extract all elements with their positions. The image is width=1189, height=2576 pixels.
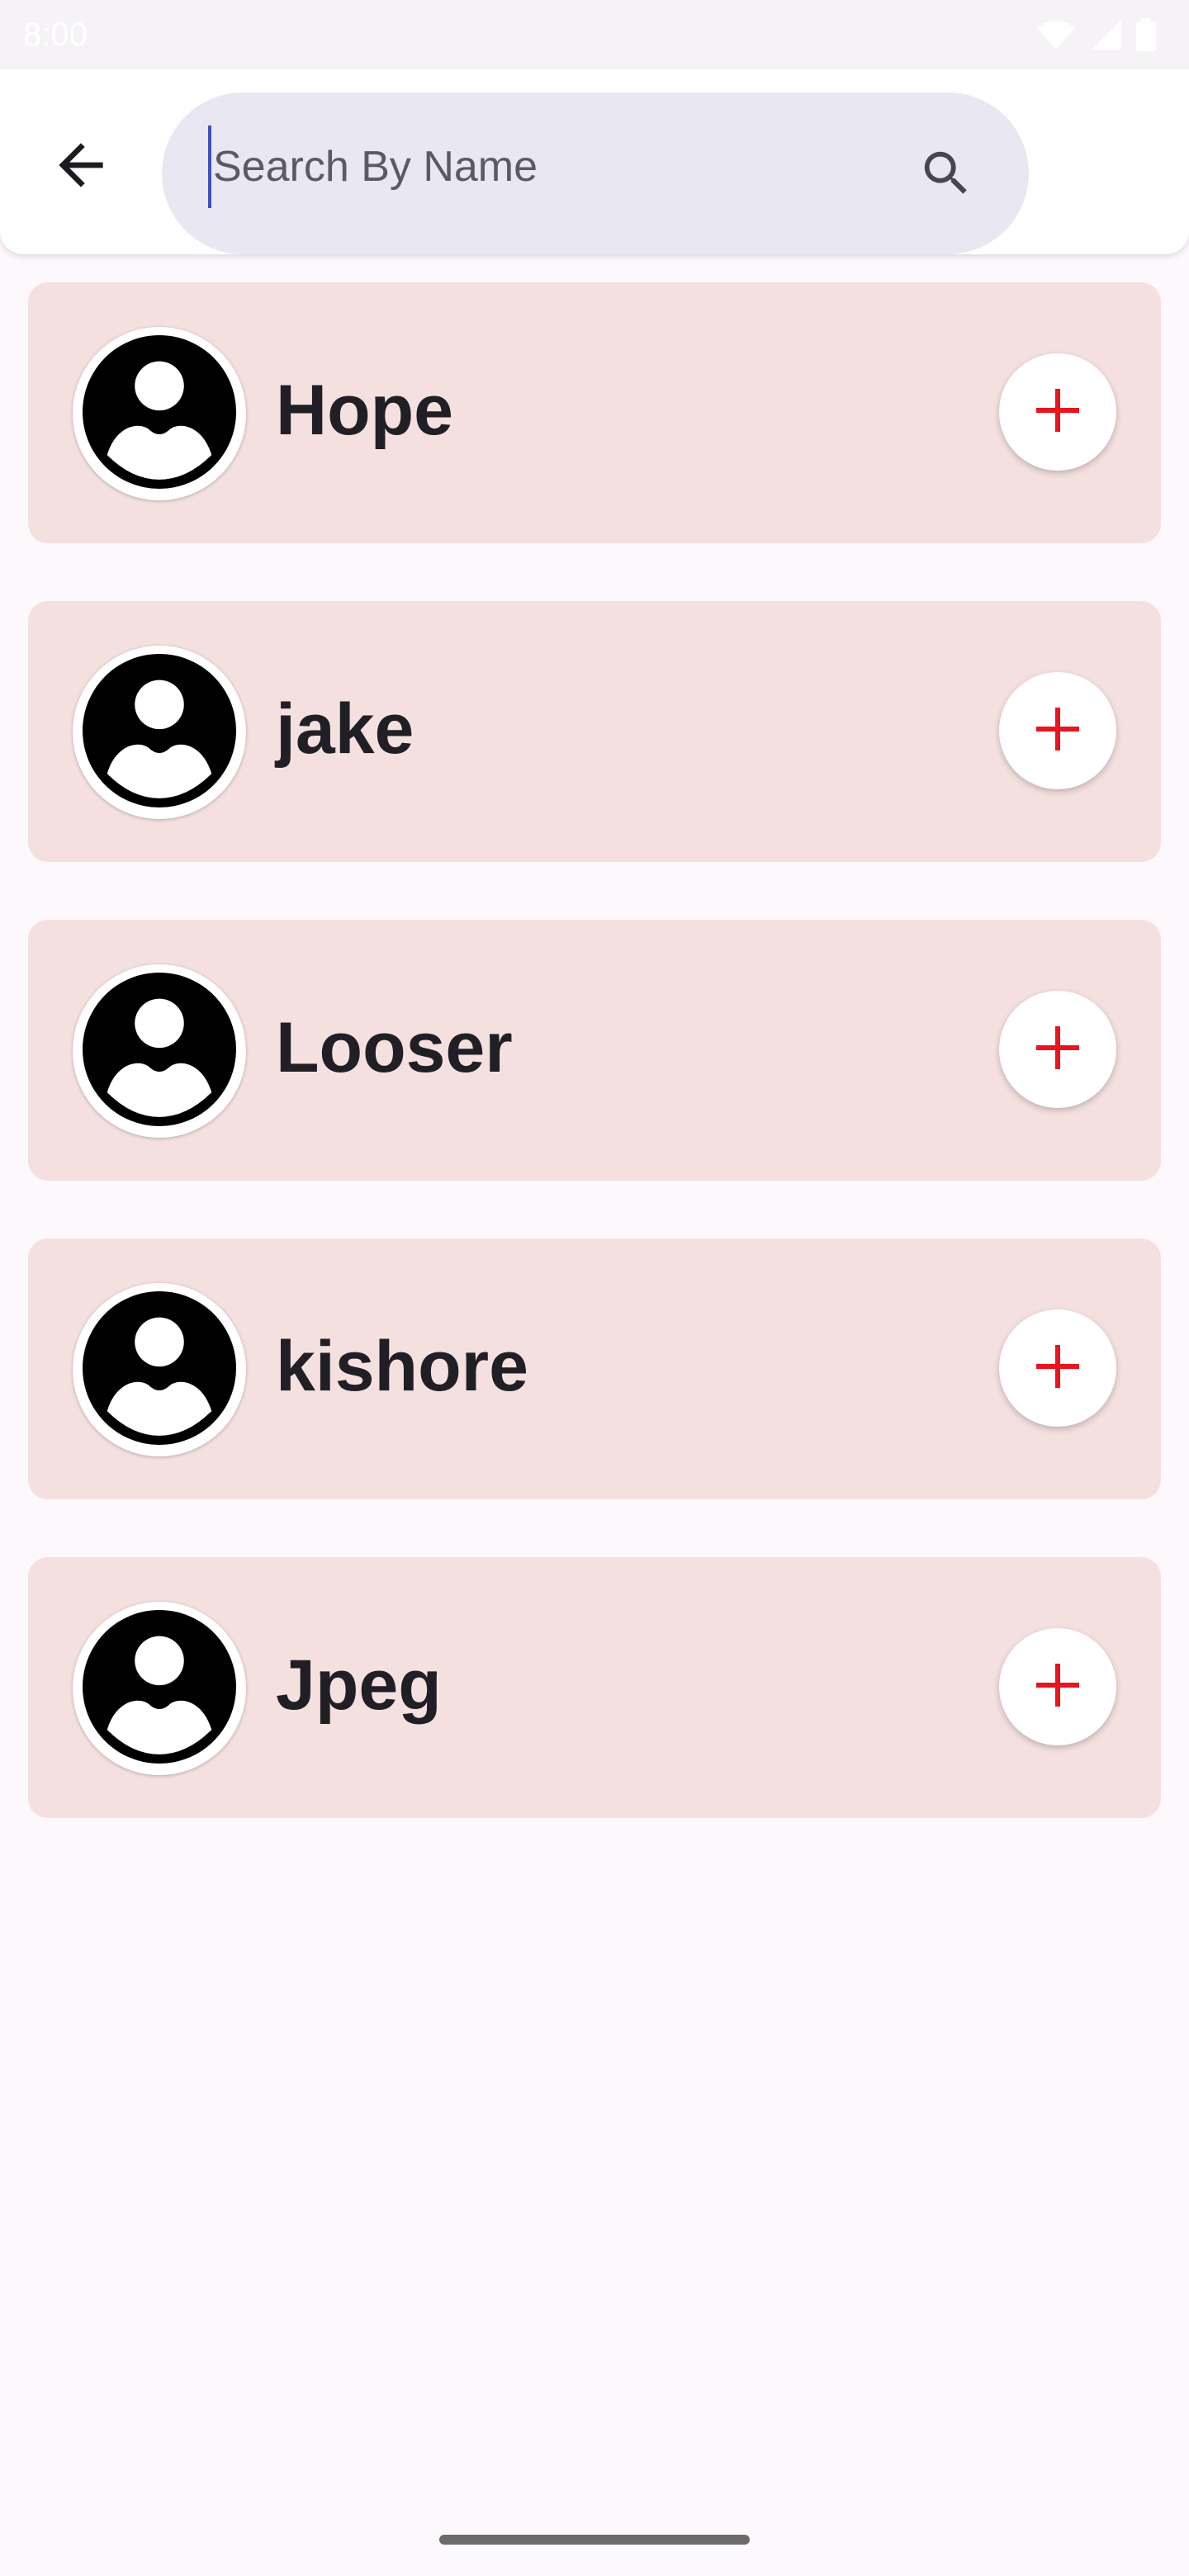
user-name: Looser [276,1008,513,1087]
wifi-icon [1035,18,1077,55]
search-bar [162,92,1029,254]
plus-icon [1033,1342,1082,1395]
back-button[interactable] [41,127,121,206]
add-user-button[interactable] [999,991,1116,1108]
user-name: jake [276,689,414,769]
search-button[interactable] [913,142,979,208]
user-name: Hope [276,371,453,450]
user-card[interactable]: Hope [28,282,1161,543]
arrow-left-icon [48,132,114,202]
add-user-button[interactable] [999,1309,1116,1427]
user-card[interactable]: jake [28,601,1161,862]
add-user-button[interactable] [999,672,1116,789]
home-indicator[interactable] [439,2535,750,2545]
avatar [73,327,246,500]
account-circle-icon [83,653,236,812]
plus-icon [1033,704,1082,758]
plus-icon [1033,1660,1082,1714]
status-icons [1035,18,1156,55]
account-circle-icon [83,1290,236,1449]
avatar [73,646,246,819]
status-time: 8:00 [23,17,88,53]
plus-icon [1033,1023,1082,1077]
user-list: Hope jake Looser kishore Jpeg [28,282,1161,1876]
avatar [73,1602,246,1775]
user-card[interactable]: kishore [28,1238,1161,1499]
search-input[interactable] [208,125,902,208]
signal-icon [1090,18,1123,55]
user-card[interactable]: Jpeg [28,1557,1161,1818]
account-circle-icon [83,972,236,1130]
user-card[interactable]: Looser [28,920,1161,1181]
account-circle-icon [83,1609,236,1768]
app-header [0,69,1189,254]
avatar [73,1283,246,1456]
avatar [73,964,246,1138]
user-name: Jpeg [276,1646,442,1725]
battery-icon [1136,18,1156,55]
plus-icon [1033,386,1082,439]
user-name: kishore [276,1327,528,1406]
status-bar: 8:00 [0,0,1189,69]
search-icon [917,144,975,206]
account-circle-icon [83,334,236,493]
add-user-button[interactable] [999,1628,1116,1745]
add-user-button[interactable] [999,353,1116,471]
